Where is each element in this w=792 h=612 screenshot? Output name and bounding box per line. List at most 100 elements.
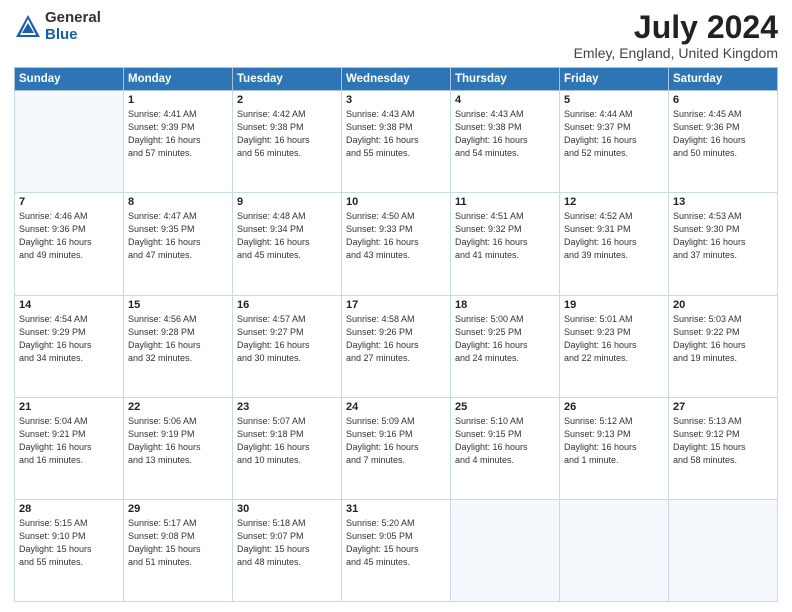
day-info: Sunrise: 5:20 AM Sunset: 9:05 PM Dayligh… (346, 517, 446, 569)
calendar-cell: 6 Sunrise: 4:45 AM Sunset: 9:36 PM Daylig… (669, 91, 778, 193)
day-info: Sunrise: 5:12 AM Sunset: 9:13 PM Dayligh… (564, 415, 664, 467)
calendar-cell: 18 Sunrise: 5:00 AM Sunset: 9:25 PM Dayli… (451, 295, 560, 397)
day-number: 18 (455, 299, 555, 311)
day-info: Sunrise: 4:54 AM Sunset: 9:29 PM Dayligh… (19, 313, 119, 365)
calendar-cell: 1 Sunrise: 4:41 AM Sunset: 9:39 PM Daylig… (124, 91, 233, 193)
calendar-cell: 27 Sunrise: 5:13 AM Sunset: 9:12 PM Dayli… (669, 397, 778, 499)
calendar-cell: 28 Sunrise: 5:15 AM Sunset: 9:10 PM Dayli… (15, 499, 124, 601)
day-info: Sunrise: 4:41 AM Sunset: 9:39 PM Dayligh… (128, 108, 228, 160)
day-info: Sunrise: 4:51 AM Sunset: 9:32 PM Dayligh… (455, 210, 555, 262)
calendar-cell: 11 Sunrise: 4:51 AM Sunset: 9:32 PM Dayli… (451, 193, 560, 295)
day-number: 11 (455, 196, 555, 208)
day-info: Sunrise: 5:09 AM Sunset: 9:16 PM Dayligh… (346, 415, 446, 467)
weekday-header: Saturday (669, 68, 778, 91)
day-info: Sunrise: 4:57 AM Sunset: 9:27 PM Dayligh… (237, 313, 337, 365)
day-number: 30 (237, 503, 337, 515)
day-info: Sunrise: 4:42 AM Sunset: 9:38 PM Dayligh… (237, 108, 337, 160)
day-info: Sunrise: 4:48 AM Sunset: 9:34 PM Dayligh… (237, 210, 337, 262)
calendar-week-row: 28 Sunrise: 5:15 AM Sunset: 9:10 PM Dayli… (15, 499, 778, 601)
calendar-cell: 29Sunrise: 5:17 AM Sunset: 9:08 PM Dayli… (124, 499, 233, 601)
day-number: 2 (237, 94, 337, 106)
day-info: Sunrise: 4:53 AM Sunset: 9:30 PM Dayligh… (673, 210, 773, 262)
calendar-cell: 4 Sunrise: 4:43 AM Sunset: 9:38 PM Daylig… (451, 91, 560, 193)
day-info: Sunrise: 4:56 AM Sunset: 9:28 PM Dayligh… (128, 313, 228, 365)
page: General Blue July 2024 Emley, England, U… (0, 0, 792, 612)
day-number: 26 (564, 401, 664, 413)
day-number: 5 (564, 94, 664, 106)
day-number: 9 (237, 196, 337, 208)
day-info: Sunrise: 4:45 AM Sunset: 9:36 PM Dayligh… (673, 108, 773, 160)
calendar-cell: 26 Sunrise: 5:12 AM Sunset: 9:13 PM Dayli… (560, 397, 669, 499)
logo-icon (14, 13, 42, 41)
day-number: 17 (346, 299, 446, 311)
calendar-cell: 3 Sunrise: 4:43 AM Sunset: 9:38 PM Daylig… (342, 91, 451, 193)
day-number: 28 (19, 503, 119, 515)
day-number: 20 (673, 299, 773, 311)
day-info: Sunrise: 4:52 AM Sunset: 9:31 PM Dayligh… (564, 210, 664, 262)
day-info: Sunrise: 4:44 AM Sunset: 9:37 PM Dayligh… (564, 108, 664, 160)
day-info: Sunrise: 4:58 AM Sunset: 9:26 PM Dayligh… (346, 313, 446, 365)
weekday-header: Thursday (451, 68, 560, 91)
day-info: Sunrise: 5:00 AM Sunset: 9:25 PM Dayligh… (455, 313, 555, 365)
logo-area: General Blue (14, 10, 101, 43)
day-info: Sunrise: 4:50 AM Sunset: 9:33 PM Dayligh… (346, 210, 446, 262)
day-info: Sunrise: 5:04 AM Sunset: 9:21 PM Dayligh… (19, 415, 119, 467)
calendar-cell: 14 Sunrise: 4:54 AM Sunset: 9:29 PM Dayli… (15, 295, 124, 397)
calendar-cell: 19 Sunrise: 5:01 AM Sunset: 9:23 PM Dayli… (560, 295, 669, 397)
day-number: 4 (455, 94, 555, 106)
day-number: 25 (455, 401, 555, 413)
day-number: 27 (673, 401, 773, 413)
day-info: Sunrise: 5:07 AM Sunset: 9:18 PM Dayligh… (237, 415, 337, 467)
day-number: 12 (564, 196, 664, 208)
day-number: 22 (128, 401, 228, 413)
location: Emley, England, United Kingdom (574, 45, 778, 61)
calendar-week-row: 7Sunrise: 4:46 AM Sunset: 9:36 PM Daylig… (15, 193, 778, 295)
calendar-cell: 10Sunrise: 4:50 AM Sunset: 9:33 PM Dayli… (342, 193, 451, 295)
day-number: 24 (346, 401, 446, 413)
title-area: July 2024 Emley, England, United Kingdom (574, 10, 778, 61)
month-title: July 2024 (574, 10, 778, 45)
day-info: Sunrise: 5:15 AM Sunset: 9:10 PM Dayligh… (19, 517, 119, 569)
day-info: Sunrise: 5:06 AM Sunset: 9:19 PM Dayligh… (128, 415, 228, 467)
calendar-cell: 13Sunrise: 4:53 AM Sunset: 9:30 PM Dayli… (669, 193, 778, 295)
calendar-cell: 15 Sunrise: 4:56 AM Sunset: 9:28 PM Dayli… (124, 295, 233, 397)
weekday-header: Sunday (15, 68, 124, 91)
day-number: 23 (237, 401, 337, 413)
calendar-table: SundayMondayTuesdayWednesdayThursdayFrid… (14, 67, 778, 602)
calendar-header-row: SundayMondayTuesdayWednesdayThursdayFrid… (15, 68, 778, 91)
day-number: 16 (237, 299, 337, 311)
calendar-cell: 5 Sunrise: 4:44 AM Sunset: 9:37 PM Daylig… (560, 91, 669, 193)
calendar-cell: 24 Sunrise: 5:09 AM Sunset: 9:16 PM Dayli… (342, 397, 451, 499)
calendar-cell: 21 Sunrise: 5:04 AM Sunset: 9:21 PM Dayli… (15, 397, 124, 499)
calendar-cell (560, 499, 669, 601)
day-info: Sunrise: 5:01 AM Sunset: 9:23 PM Dayligh… (564, 313, 664, 365)
logo-general-text: General (45, 10, 101, 27)
day-number: 21 (19, 401, 119, 413)
calendar-cell (669, 499, 778, 601)
calendar-cell: 12 Sunrise: 4:52 AM Sunset: 9:31 PM Dayli… (560, 193, 669, 295)
day-info: Sunrise: 4:43 AM Sunset: 9:38 PM Dayligh… (346, 108, 446, 160)
calendar-cell (15, 91, 124, 193)
day-number: 3 (346, 94, 446, 106)
weekday-header: Monday (124, 68, 233, 91)
day-info: Sunrise: 5:18 AM Sunset: 9:07 PM Dayligh… (237, 517, 337, 569)
day-info: Sunrise: 4:46 AM Sunset: 9:36 PM Dayligh… (19, 210, 119, 262)
day-info: Sunrise: 4:43 AM Sunset: 9:38 PM Dayligh… (455, 108, 555, 160)
calendar-cell: 16 Sunrise: 4:57 AM Sunset: 9:27 PM Dayli… (233, 295, 342, 397)
calendar-cell: 17 Sunrise: 4:58 AM Sunset: 9:26 PM Dayli… (342, 295, 451, 397)
calendar-cell: 30 Sunrise: 5:18 AM Sunset: 9:07 PM Dayli… (233, 499, 342, 601)
calendar-cell (451, 499, 560, 601)
day-number: 6 (673, 94, 773, 106)
day-number: 1 (128, 94, 228, 106)
calendar-week-row: 1 Sunrise: 4:41 AM Sunset: 9:39 PM Daylig… (15, 91, 778, 193)
header: General Blue July 2024 Emley, England, U… (14, 10, 778, 61)
calendar-week-row: 21 Sunrise: 5:04 AM Sunset: 9:21 PM Dayli… (15, 397, 778, 499)
calendar-cell: 31 Sunrise: 5:20 AM Sunset: 9:05 PM Dayli… (342, 499, 451, 601)
day-number: 31 (346, 503, 446, 515)
day-number: 15 (128, 299, 228, 311)
day-number: 19 (564, 299, 664, 311)
calendar-cell: 25Sunrise: 5:10 AM Sunset: 9:15 PM Dayli… (451, 397, 560, 499)
day-number: 8 (128, 196, 228, 208)
day-number: 14 (19, 299, 119, 311)
day-info: Sunrise: 5:13 AM Sunset: 9:12 PM Dayligh… (673, 415, 773, 467)
